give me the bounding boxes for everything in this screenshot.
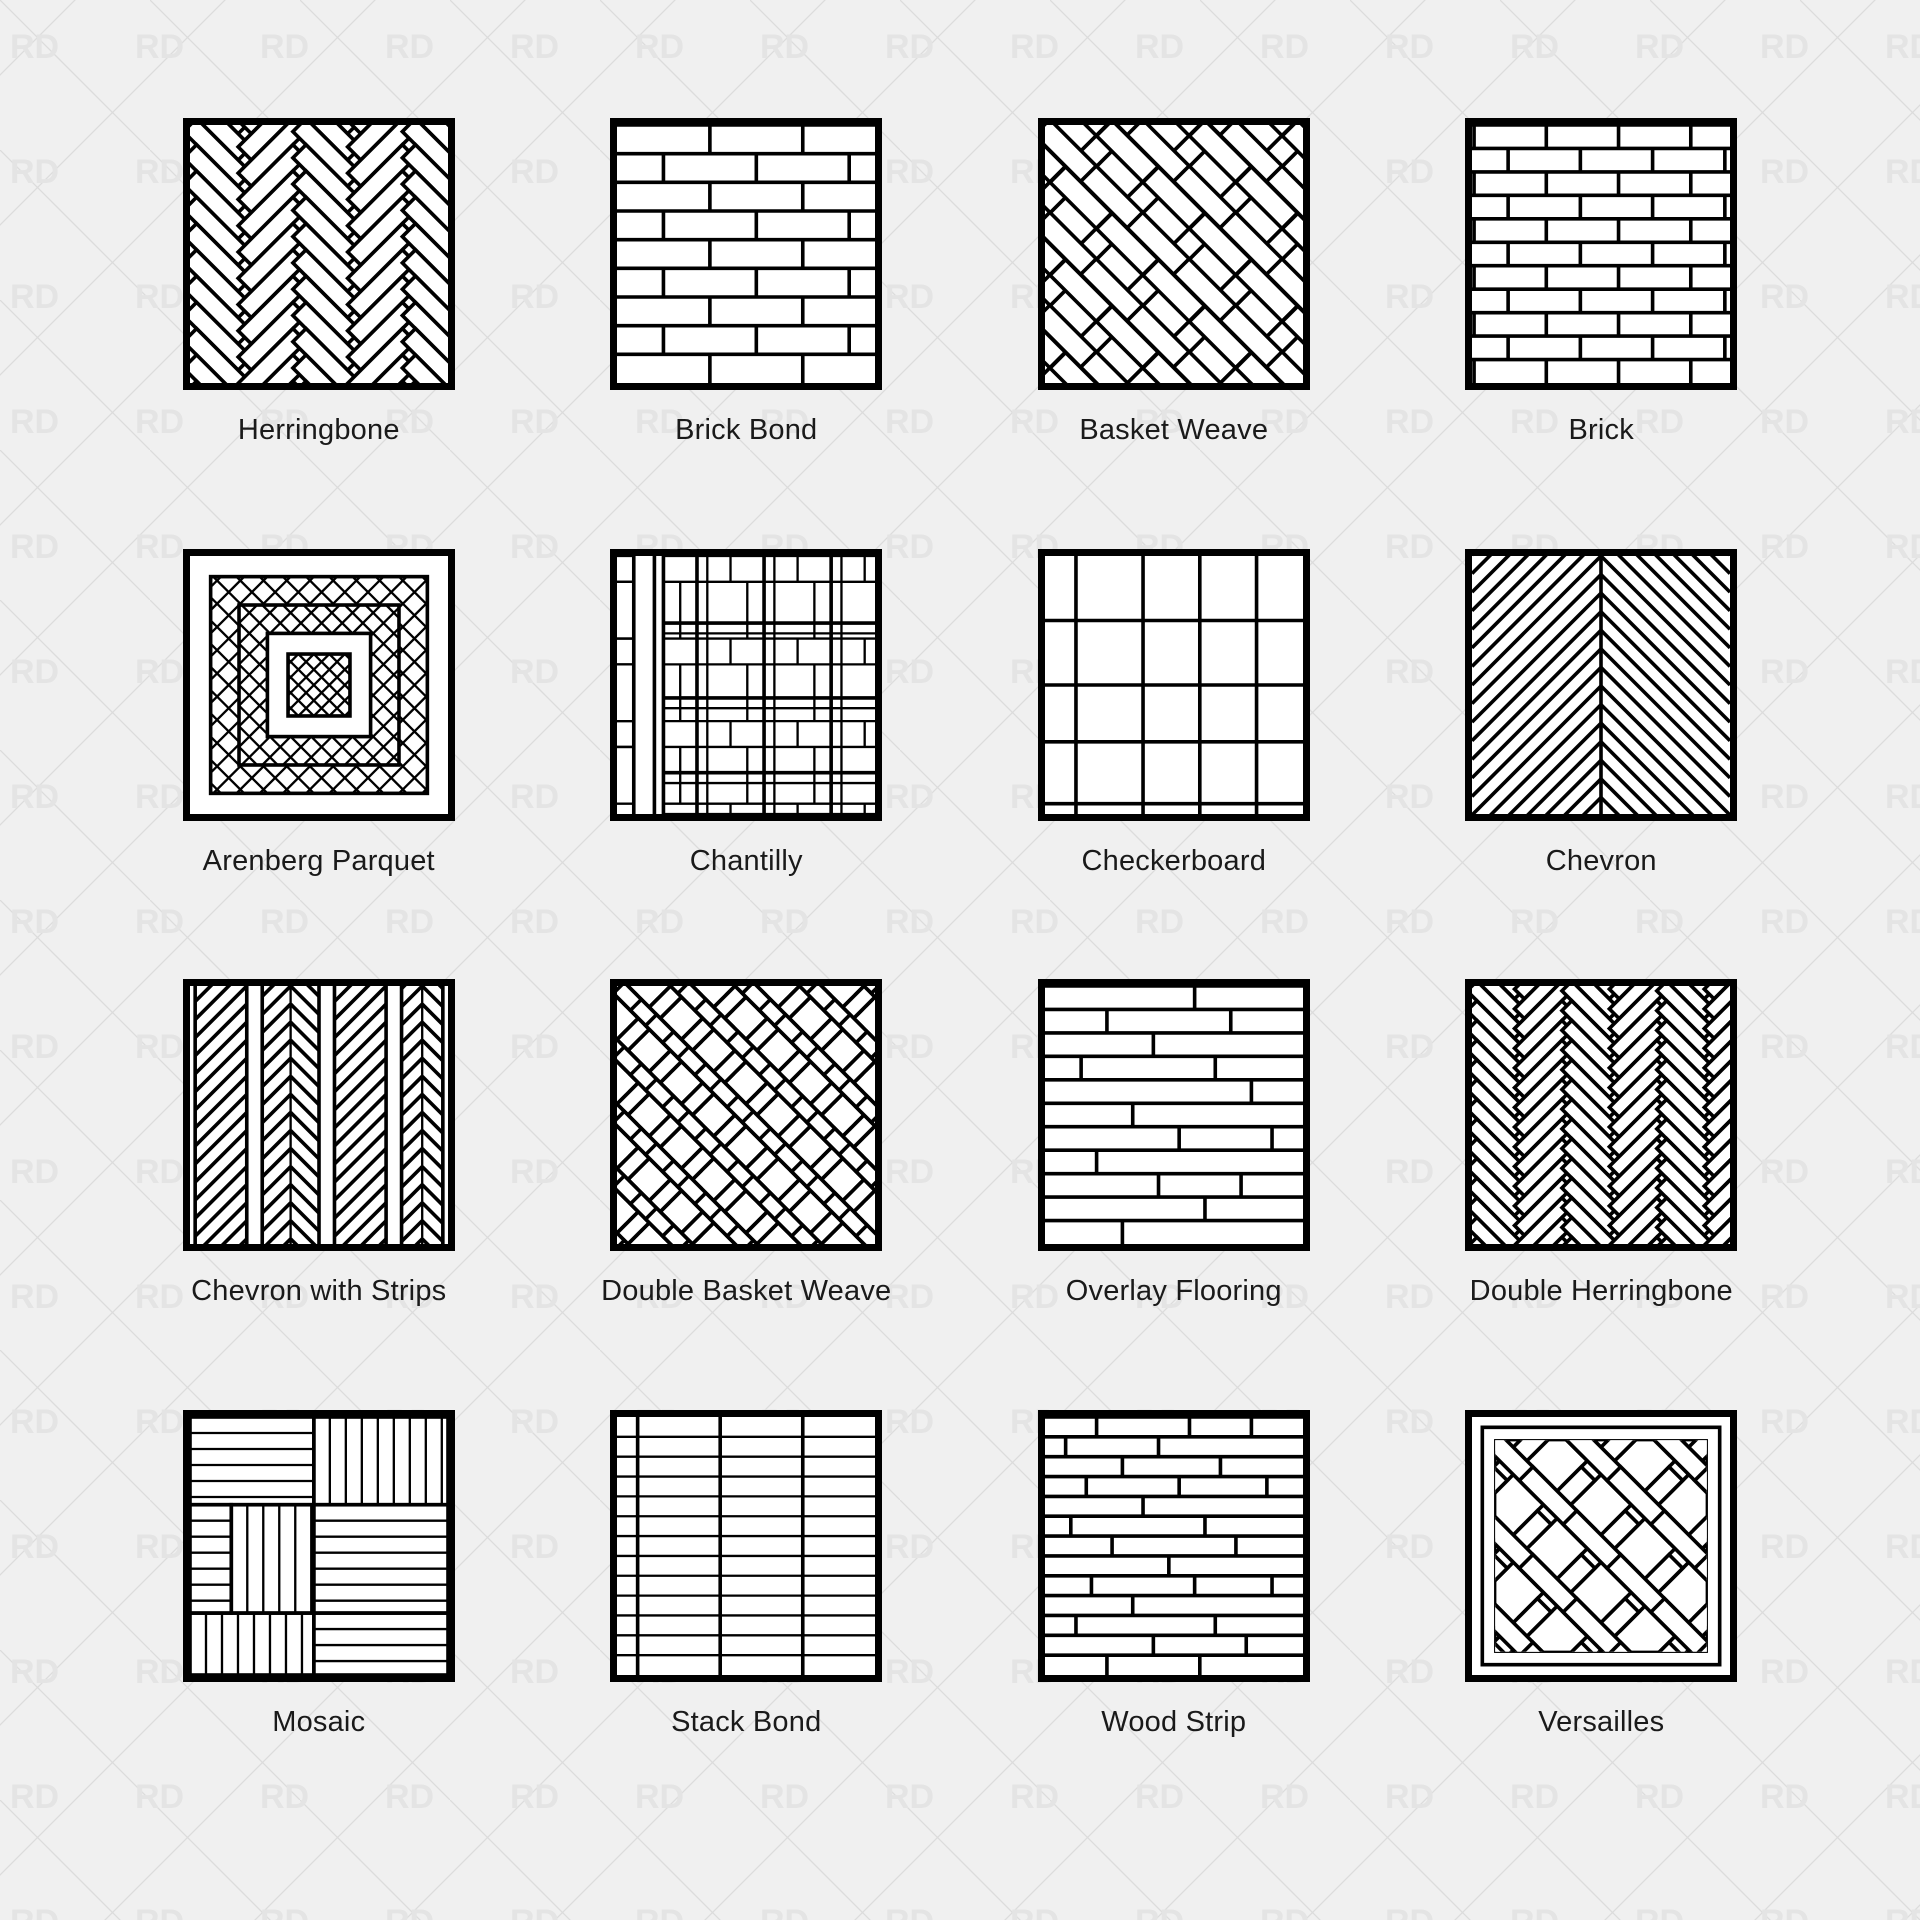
pattern-swatch-herringbone[interactable] [182,118,455,390]
pattern-cell-arenberg-parquet: Arenberg Parquet [105,548,533,980]
pattern-swatch-checkerboard[interactable] [1037,548,1310,821]
pattern-cell-brick-bond: Brick Bond [533,118,961,549]
pattern-cell-chantilly: Chantilly [533,548,961,980]
pattern-cell-chevron-with-strips: Chevron with Strips [105,979,533,1410]
pattern-swatch-chevron[interactable] [1465,548,1738,821]
pattern-label-double-herringbone: Double Herringbone [1469,1275,1733,1307]
pattern-label-overlay-flooring: Overlay Flooring [1065,1275,1282,1307]
pattern-swatch-chantilly[interactable] [610,548,883,821]
pattern-cell-chevron: Chevron [1388,548,1816,980]
pattern-swatch-brick[interactable] [1465,118,1738,390]
pattern-label-stack-bond: Stack Bond [671,1705,822,1738]
pattern-cell-checkerboard: Checkerboard [960,548,1388,980]
pattern-label-mosaic: Mosaic [272,1705,366,1738]
pattern-label-herringbone: Herringbone [237,414,400,446]
pattern-cell-herringbone: Herringbone [105,118,533,549]
pattern-grid: Herringbone Brick Bond Basket Weave Bric… [0,0,1920,1920]
pattern-cell-stack-bond: Stack Bond [533,1409,961,1841]
pattern-cell-overlay-flooring: Overlay Flooring [960,979,1388,1410]
pattern-cell-brick: Brick [1388,118,1816,549]
pattern-swatch-double-herringbone[interactable] [1465,979,1738,1251]
pattern-label-versailles: Versailles [1538,1705,1665,1738]
pattern-label-wood-strip: Wood Strip [1101,1705,1247,1738]
pattern-swatch-versailles[interactable] [1465,1409,1738,1682]
pattern-swatch-stack-bond[interactable] [610,1409,883,1682]
pattern-swatch-chevron-with-strips[interactable] [182,979,455,1251]
pattern-swatch-overlay-flooring[interactable] [1037,979,1310,1251]
pattern-cell-basket-weave: Basket Weave [960,118,1388,549]
pattern-cell-wood-strip: Wood Strip [960,1409,1388,1841]
pattern-swatch-mosaic[interactable] [182,1409,455,1682]
pattern-cell-mosaic: Mosaic [105,1409,533,1841]
pattern-swatch-double-basket-weave[interactable] [610,979,883,1251]
pattern-label-basket-weave: Basket Weave [1079,414,1269,446]
pattern-cell-versailles: Versailles [1388,1409,1816,1841]
pattern-swatch-arenberg-parquet[interactable] [182,548,455,821]
pattern-label-chevron: Chevron [1545,844,1657,877]
pattern-label-brick-bond: Brick Bond [675,414,818,446]
pattern-label-chantilly: Chantilly [689,844,803,877]
pattern-swatch-brick-bond[interactable] [610,118,883,390]
pattern-cell-double-basket-weave: Double Basket Weave [533,979,961,1410]
pattern-swatch-basket-weave[interactable] [1037,118,1310,390]
pattern-label-brick: Brick [1568,414,1634,446]
pattern-swatch-wood-strip[interactable] [1037,1409,1310,1682]
pattern-label-checkerboard: Checkerboard [1081,844,1267,877]
pattern-cell-double-herringbone: Double Herringbone [1388,979,1816,1410]
pattern-label-double-basket-weave: Double Basket Weave [601,1275,892,1307]
pattern-label-arenberg-parquet: Arenberg Parquet [202,844,435,877]
pattern-label-chevron-with-strips: Chevron with Strips [191,1275,447,1307]
